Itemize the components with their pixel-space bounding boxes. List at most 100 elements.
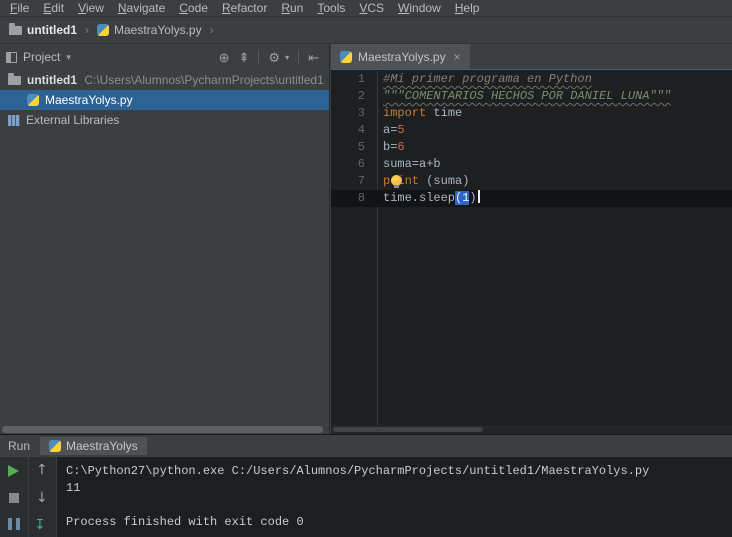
line-number: 3 (357, 106, 365, 120)
token-plain: ) (469, 191, 477, 205)
folder-icon (8, 72, 21, 85)
run-panel: Run MaestraYolys ↑ ↓ ↧ C:\Python27\pytho… (0, 434, 732, 537)
code-editor[interactable]: 1 #Mi primer programa en Python 2 """COMENT… (331, 71, 732, 425)
hide-panel-icon[interactable]: ⇤ (308, 51, 319, 64)
menu-run[interactable]: Run (274, 1, 310, 15)
python-file-icon (49, 440, 62, 452)
close-icon[interactable]: × (454, 50, 461, 64)
code-line[interactable]: 6 suma=a+b (331, 156, 732, 173)
down-arrow-icon[interactable]: ↓ (36, 490, 48, 506)
menu-help[interactable]: Help (448, 1, 487, 15)
editor-tab-active[interactable]: MaestraYolys.py × (331, 44, 470, 69)
code-line[interactable]: 4 a=5 (331, 122, 732, 139)
code-line[interactable]: 3 import time (331, 105, 732, 122)
pause-icon[interactable] (8, 518, 20, 530)
project-toolbar: ⊕ ⇞ ⚙ ▾ ⇤ (219, 50, 323, 64)
line-number: 2 (357, 89, 365, 103)
scrollbar-thumb[interactable] (2, 426, 323, 433)
token-plain: a= (383, 123, 398, 137)
breadcrumb-file[interactable]: MaestraYolys.py (95, 23, 204, 37)
console-line: Process finished with exit code 0 (66, 515, 304, 529)
token-plain: suma=a+b (383, 157, 441, 171)
folder-icon (9, 22, 22, 35)
line-number: 5 (357, 140, 365, 154)
project-tree: untitled1 C:\Users\Alumnos\PycharmProjec… (0, 70, 329, 130)
run-panel-body: ↑ ↓ ↧ C:\Python27\python.exe C:/Users/Al… (0, 457, 732, 537)
token-plain: b= (383, 140, 398, 154)
toolbar-divider (28, 457, 29, 537)
python-file-icon (27, 94, 39, 106)
stop-icon[interactable] (9, 493, 19, 503)
up-arrow-icon[interactable]: ↑ (36, 462, 48, 478)
rerun-icon[interactable] (8, 465, 19, 477)
code-text: time.sleep(1) (365, 190, 480, 207)
token-number: 5 (397, 123, 405, 137)
project-horizontal-scrollbar[interactable] (0, 425, 329, 434)
menu-code[interactable]: Code (172, 1, 215, 15)
scrollbar-thumb[interactable] (333, 427, 483, 432)
project-panel-header: Project ▾ ⊕ ⇞ ⚙ ▾ ⇤ (0, 44, 329, 70)
editor-tab-label: MaestraYolys.py (358, 49, 446, 64)
line-number: 6 (357, 157, 365, 171)
editor-area: MaestraYolys.py × 1 #Mi primer programa e… (331, 44, 732, 434)
python-file-icon (340, 50, 352, 63)
project-panel: Project ▾ ⊕ ⇞ ⚙ ▾ ⇤ untitled1 C:\Users\A… (0, 44, 330, 434)
code-text: """COMENTARIOS HECHOS POR DANIEL LUNA""" (365, 88, 671, 105)
run-console[interactable]: C:\Python27\python.exe C:/Users/Alumnos/… (58, 457, 732, 537)
project-root-name: untitled1 (27, 73, 77, 87)
menu-view[interactable]: View (71, 1, 111, 15)
line-number: 8 (357, 191, 365, 205)
menu-edit[interactable]: Edit (36, 1, 71, 15)
code-text: #Mi primer programa en Python (365, 71, 592, 88)
token-plain: time.sleep (383, 191, 456, 205)
tree-row-project-root[interactable]: untitled1 C:\Users\Alumnos\PycharmProjec… (0, 70, 329, 90)
code-text: a=5 (365, 122, 405, 139)
code-line[interactable]: 5 b=6 (331, 139, 732, 156)
breadcrumb-project[interactable]: untitled1 (7, 22, 79, 37)
project-view-selector[interactable]: Project ▾ (6, 50, 219, 64)
breadcrumb-separator: › (85, 23, 89, 37)
locate-file-icon[interactable]: ⊕ (219, 51, 230, 64)
code-text: suma=a+b (365, 156, 441, 173)
code-line[interactable]: 2 """COMENTARIOS HECHOS POR DANIEL LUNA""… (331, 88, 732, 105)
token-match: (1 (455, 191, 470, 205)
token-docstring: """COMENTARIOS HECHOS POR DANIEL LUNA""" (383, 89, 672, 103)
code-text: print (suma) (365, 173, 469, 190)
menu-bar: File Edit View Navigate Code Refactor Run Tools… (0, 0, 732, 17)
tree-row-external-libraries[interactable]: External Libraries (0, 110, 329, 130)
menu-refactor[interactable]: Refactor (215, 1, 274, 15)
scroll-to-end-icon[interactable]: ↧ (34, 517, 46, 533)
workspace: Project ▾ ⊕ ⇞ ⚙ ▾ ⇤ untitled1 C:\Users\A… (0, 44, 732, 434)
code-text: b=6 (365, 139, 405, 156)
menu-file[interactable]: File (3, 1, 36, 15)
external-libraries-label: External Libraries (26, 113, 120, 127)
menu-tools[interactable]: Tools (310, 1, 352, 15)
code-text: import time (365, 105, 462, 122)
menu-navigate[interactable]: Navigate (111, 1, 172, 15)
run-toolbar: ↑ ↓ ↧ (0, 457, 57, 537)
menu-window[interactable]: Window (391, 1, 448, 15)
editor-horizontal-scrollbar[interactable] (331, 425, 732, 434)
python-file-icon (97, 24, 109, 36)
code-line[interactable]: 7print (suma) (331, 173, 732, 190)
code-lines: 1 #Mi primer programa en Python 2 """COMENT… (331, 71, 732, 207)
token-plain: time (426, 106, 463, 120)
token-plain: (suma) (419, 174, 470, 188)
console-line: 11 (66, 481, 81, 495)
breadcrumb-file-label: MaestraYolys.py (114, 23, 202, 37)
chevron-down-icon: ▾ (66, 51, 71, 62)
gear-icon[interactable]: ⚙ (268, 51, 280, 64)
chevron-down-icon: ▾ (285, 52, 290, 62)
toolbar-divider (298, 50, 300, 64)
token-number: 6 (397, 140, 405, 154)
collapse-all-icon[interactable]: ⇞ (239, 51, 250, 64)
menu-vcs[interactable]: VCS (352, 1, 391, 15)
code-line[interactable]: 8 time.sleep(1) (331, 190, 732, 207)
tree-row-file[interactable]: MaestraYolys.py (0, 90, 329, 110)
code-line[interactable]: 1 #Mi primer programa en Python (331, 71, 732, 88)
intention-bulb-icon[interactable] (391, 175, 402, 188)
token-comment: #Mi primer programa en Python (383, 72, 592, 86)
run-process-tab[interactable]: MaestraYolys (40, 437, 147, 455)
breadcrumb: untitled1 › MaestraYolys.py › (0, 17, 732, 44)
